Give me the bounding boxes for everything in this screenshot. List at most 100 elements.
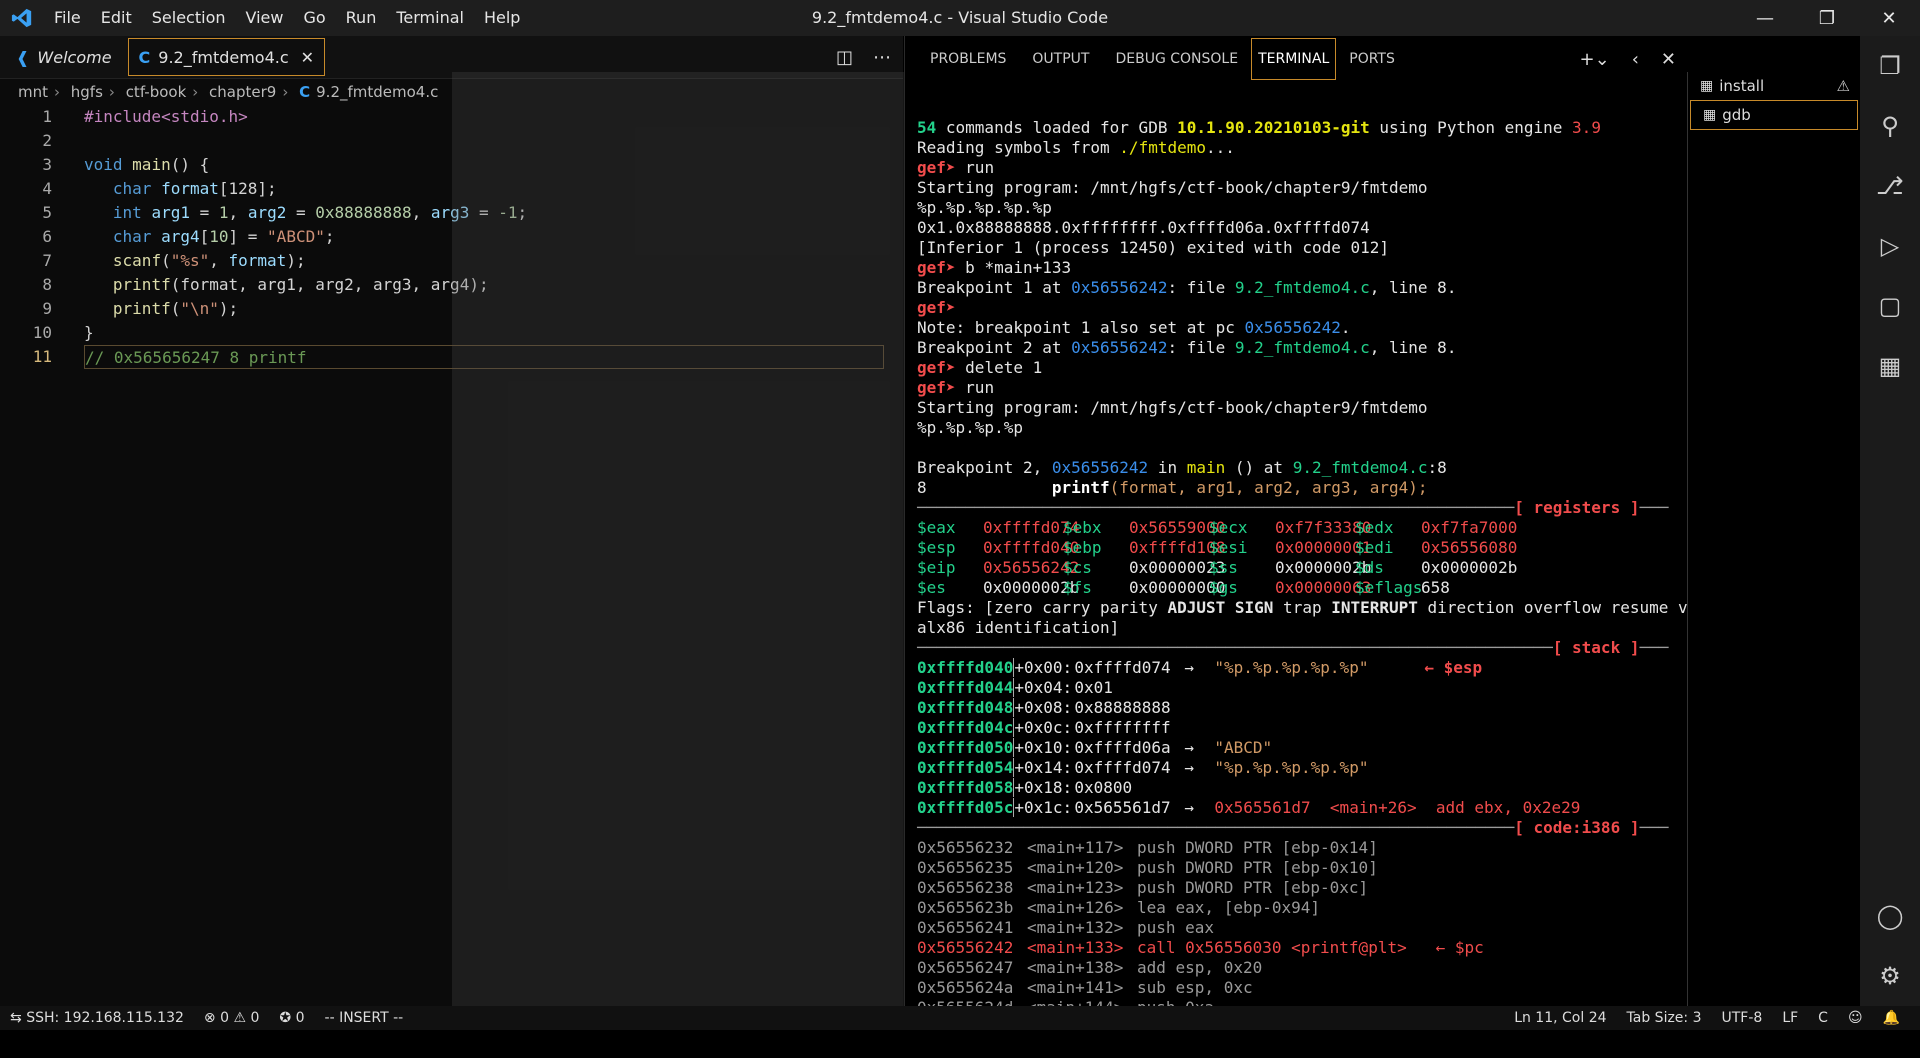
settings-gear-icon[interactable]: ⚙	[1860, 946, 1920, 1006]
breadcrumb-item[interactable]: hgfs	[71, 83, 103, 101]
line-number: 11	[32, 347, 52, 366]
breadcrumb-item[interactable]: ctf-book	[126, 83, 187, 101]
menu-selection[interactable]: Selection	[142, 0, 236, 36]
terminal-output[interactable]: 54 commands loaded for GDB 10.1.90.20210…	[917, 98, 1726, 1058]
line-number: 1	[42, 107, 52, 126]
extensions-icon[interactable]: ▦	[1860, 336, 1920, 396]
menu-go[interactable]: Go	[293, 0, 335, 36]
terminal-panel: PROBLEMS OUTPUT DEBUG CONSOLE TERMINAL P…	[904, 36, 1726, 1017]
c-file-icon: C	[138, 47, 151, 67]
language-mode[interactable]: C	[1808, 1010, 1838, 1026]
register-row: $es 0x0000002b$fs 0x00000000$gs 0x00000063$…	[917, 578, 1450, 597]
terminal-sessions: ▦ install ⚠ ▦ gdb	[1687, 72, 1860, 1006]
cursor-position[interactable]: Ln 11, Col 24	[1504, 1010, 1616, 1026]
session-label: install	[1719, 77, 1765, 95]
close-tab-icon[interactable]: ✕	[301, 48, 314, 67]
stack-row: 0xffffd048+0x08: 0x88888888	[917, 698, 1171, 717]
panel-tabs: PROBLEMS OUTPUT DEBUG CONSOLE TERMINAL P…	[905, 36, 1688, 82]
session-gdb[interactable]: ▦ gdb	[1690, 100, 1858, 130]
close-icon[interactable]: ✕	[1858, 0, 1920, 36]
tab-problems[interactable]: PROBLEMS	[917, 36, 1019, 82]
breadcrumb-item[interactable]: chapter9	[209, 83, 276, 101]
warning-icon: ⚠	[1836, 77, 1850, 95]
menu-bar: File Edit Selection View Go Run Terminal…	[44, 0, 530, 36]
code-line: int arg1 = 1, arg2 = 0x88888888, arg3 = …	[112, 203, 528, 222]
tab-fmtdemo4[interactable]: C 9.2_fmtdemo4.c ✕	[127, 38, 326, 76]
tab-debug-console[interactable]: DEBUG CONSOLE	[1102, 36, 1251, 82]
line-number: 10	[32, 323, 52, 342]
terminal-icon: ▦	[1700, 78, 1714, 94]
vscode-logo-icon: ❰	[16, 47, 30, 67]
menu-edit[interactable]: Edit	[91, 0, 142, 36]
ports-indicator[interactable]: ✪ 0	[269, 1010, 314, 1026]
chevron-right-icon: ›	[54, 83, 60, 101]
encoding[interactable]: UTF-8	[1712, 1010, 1773, 1026]
status-bar: ⇆ SSH: 192.168.115.132 ⊗ 0 ⚠ 0 ✪ 0 -- IN…	[0, 1006, 1920, 1030]
search-icon[interactable]: ⚲	[1860, 96, 1920, 156]
new-terminal-icon[interactable]: +⌄	[1580, 49, 1610, 70]
feedback-icon[interactable]: ☺	[1838, 1010, 1873, 1026]
source-control-icon[interactable]: ⎇	[1860, 156, 1920, 216]
problems-indicator[interactable]: ⊗ 0 ⚠ 0	[194, 1010, 270, 1026]
split-editor-icon[interactable]: ◫	[836, 47, 853, 68]
stack-row: 0xffffd044+0x04: 0x01	[917, 678, 1113, 697]
code-line: printf(format, arg1, arg2, arg3, arg4);	[112, 275, 489, 294]
stack-row: 0xffffd054+0x14: 0xffffd074 → "%p.%p.%p.%p.…	[917, 758, 1369, 777]
line-number: 6	[42, 227, 52, 246]
menu-run[interactable]: Run	[336, 0, 387, 36]
tab-label: Welcome	[37, 47, 112, 67]
line-number: 4	[42, 179, 52, 198]
minimize-icon[interactable]: —	[1734, 0, 1796, 36]
chevron-right-icon: ›	[108, 83, 115, 101]
explorer-icon[interactable]: ❐	[1860, 36, 1920, 96]
disasm-row: 0x56556241 <main+132> push eax	[917, 918, 1215, 937]
remote-explorer-icon[interactable]: ▢	[1860, 276, 1920, 336]
end-of-line[interactable]: LF	[1772, 1010, 1808, 1026]
disasm-row: 0x56556235 <main+120> push DWORD PTR [ebp-…	[917, 858, 1378, 877]
line-number: 5	[42, 203, 52, 222]
menu-file[interactable]: File	[44, 0, 91, 36]
disasm-row: 0x5655624a <main+141> sub esp, 0xc	[917, 978, 1253, 997]
error-icon: ⊗	[203, 1010, 216, 1026]
code-line: printf("\n");	[112, 299, 239, 318]
code-line: char format[128];	[112, 179, 277, 198]
line-number: 9	[42, 299, 52, 318]
stack-row: 0xffffd058+0x18: 0x0800	[917, 778, 1133, 797]
line-number: 7	[42, 251, 52, 270]
restore-icon[interactable]: ❐	[1796, 0, 1858, 36]
current-code-line: // 0x565656247 8 printf	[84, 345, 884, 369]
session-install[interactable]: ▦ install ⚠	[1688, 72, 1860, 100]
chevron-right-icon: ›	[282, 83, 289, 101]
account-icon[interactable]: ◯	[1860, 886, 1920, 946]
more-actions-icon[interactable]: ⋯	[873, 47, 891, 68]
menu-view[interactable]: View	[236, 0, 294, 36]
breadcrumb-item[interactable]: 9.2_fmtdemo4.c	[316, 83, 438, 101]
code-line: scanf("%s", format);	[112, 251, 306, 270]
chevron-right-icon: ›	[192, 83, 199, 101]
tab-size[interactable]: Tab Size: 3	[1617, 1010, 1712, 1026]
tab-terminal[interactable]: TERMINAL	[1251, 38, 1337, 80]
title-bar: File Edit Selection View Go Run Terminal…	[0, 0, 1920, 36]
code-area[interactable]: 1 #include<stdio.h> 2 3 void main() { 4 ch…	[0, 105, 903, 369]
chevron-left-icon[interactable]: ‹	[1632, 49, 1639, 70]
close-panel-icon[interactable]: ✕	[1661, 49, 1676, 70]
stack-row: 0xffffd05c+0x1c: 0x565561d7 → 0x565561d7 <m…	[917, 798, 1581, 817]
line-number: 3	[42, 155, 52, 174]
disasm-row: 0x56556232 <main+117> push DWORD PTR [ebp-…	[917, 838, 1378, 857]
menu-terminal[interactable]: Terminal	[386, 0, 474, 36]
stack-row: 0xffffd040+0x00: 0xffffd074 → "%p.%p.%p.%p.…	[917, 658, 1483, 677]
tab-welcome[interactable]: ❰ Welcome	[6, 39, 122, 75]
code-line: char arg4[10] = "ABCD";	[112, 227, 335, 246]
stack-row: 0xffffd050+0x10: 0xffffd06a → "ABCD"	[917, 738, 1273, 757]
run-debug-icon[interactable]: ▷	[1860, 216, 1920, 276]
editor-tabs: ❰ Welcome C 9.2_fmtdemo4.c ✕ ◫ ⋯	[0, 36, 903, 79]
menu-help[interactable]: Help	[474, 0, 530, 36]
remote-ssh-indicator[interactable]: ⇆ SSH: 192.168.115.132	[0, 1010, 194, 1026]
register-row: $esp 0xffffd040$ebp 0xffffd108$esi 0x000000…	[917, 538, 1518, 557]
remote-icon: ⇆	[10, 1010, 27, 1026]
tab-output[interactable]: OUTPUT	[1019, 36, 1102, 82]
tab-ports[interactable]: PORTS	[1336, 36, 1408, 82]
notifications-icon[interactable]: 🔔	[1873, 1010, 1910, 1026]
breadcrumb-item[interactable]: mnt	[18, 83, 48, 101]
line-number: 8	[42, 275, 52, 294]
